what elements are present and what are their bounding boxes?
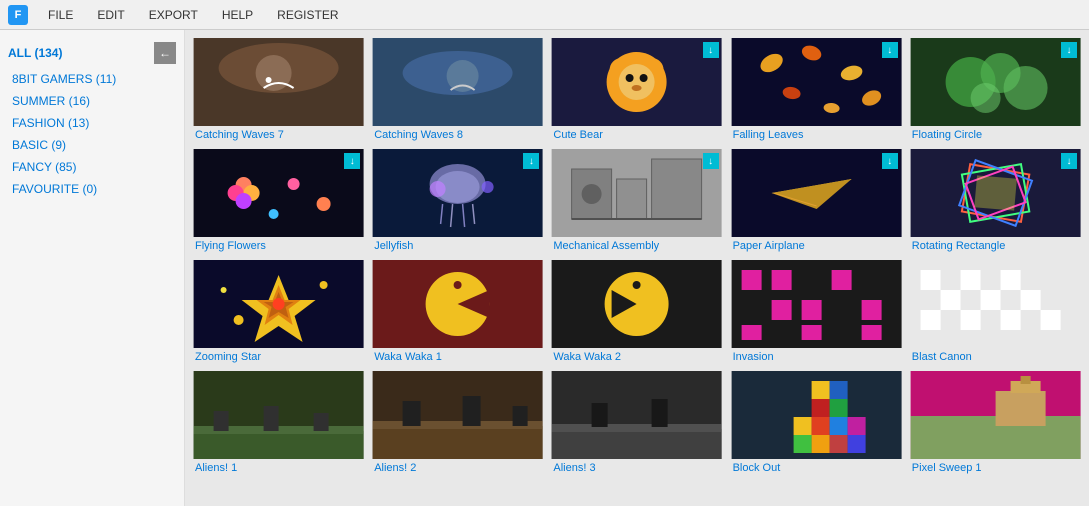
gallery-thumb-paperairplane: ↓ [731, 149, 902, 237]
gallery-item-cutebear[interactable]: ↓ Cute Bear [551, 38, 722, 141]
sidebar-item-all[interactable]: ALL (134) [8, 42, 74, 64]
gallery-item-zoomingstar[interactable]: Zooming Star [193, 260, 364, 363]
gallery-label-pixelsweep: Pixel Sweep 1 [910, 462, 1081, 474]
gallery: Catching Waves 7 Catching Waves 8 ↓ Cute … [185, 30, 1089, 506]
gallery-label-aliens3: Aliens! 3 [551, 462, 722, 474]
gallery-item-paperairplane[interactable]: ↓ Paper Airplane [731, 149, 902, 252]
gallery-item-fallingleaves[interactable]: ↓ Falling Leaves [731, 38, 902, 141]
gallery-label-paperairplane: Paper Airplane [731, 240, 902, 252]
gallery-label-invasion: Invasion [731, 351, 902, 363]
gallery-thumb-pixelsweep [910, 371, 1081, 459]
sidebar-item-2[interactable]: SUMMER (16) [0, 90, 184, 112]
gallery-label-rotatingrect: Rotating Rectangle [910, 240, 1081, 252]
menu-edit[interactable]: EDIT [93, 8, 128, 22]
gallery-label-catching8: Catching Waves 8 [372, 129, 543, 141]
gallery-item-aliens3[interactable]: Aliens! 3 [551, 371, 722, 474]
gallery-thumb-rotatingrect: ↓ [910, 149, 1081, 237]
gallery-thumb-cutebear: ↓ [551, 38, 722, 126]
sidebar-list: 8BIT GAMERS (11)SUMMER (16)FASHION (13)B… [0, 68, 184, 200]
gallery-thumb-invasion [731, 260, 902, 348]
menu-bar: F FILE EDIT EXPORT HELP REGISTER [0, 0, 1089, 30]
download-badge-fallingleaves[interactable]: ↓ [882, 42, 898, 58]
gallery-thumb-wakawaka2 [551, 260, 722, 348]
gallery-item-invasion[interactable]: Invasion [731, 260, 902, 363]
sidebar-item-4[interactable]: BASIC (9) [0, 134, 184, 156]
back-button[interactable]: ← [154, 42, 176, 64]
gallery-item-rotatingrect[interactable]: ↓ Rotating Rectangle [910, 149, 1081, 252]
gallery-label-wakawaka1: Waka Waka 1 [372, 351, 543, 363]
gallery-thumb-blockout [731, 371, 902, 459]
gallery-item-pixelsweep[interactable]: Pixel Sweep 1 [910, 371, 1081, 474]
gallery-thumb-blastcanon [910, 260, 1081, 348]
gallery-thumb-mechanical: ↓ [551, 149, 722, 237]
gallery-thumb-fallingleaves: ↓ [731, 38, 902, 126]
menu-register[interactable]: REGISTER [273, 8, 342, 22]
main-content: ALL (134) ← 8BIT GAMERS (11)SUMMER (16)F… [0, 30, 1089, 506]
gallery-thumb-catching8 [372, 38, 543, 126]
gallery-thumb-aliens1 [193, 371, 364, 459]
gallery-item-blockout[interactable]: Block Out [731, 371, 902, 474]
gallery-thumb-aliens2 [372, 371, 543, 459]
download-badge-cutebear[interactable]: ↓ [703, 42, 719, 58]
gallery-label-blastcanon: Blast Canon [910, 351, 1081, 363]
gallery-item-aliens1[interactable]: Aliens! 1 [193, 371, 364, 474]
app-logo: F [8, 5, 28, 25]
gallery-label-flyingflowers: Flying Flowers [193, 240, 364, 252]
gallery-thumb-aliens3 [551, 371, 722, 459]
gallery-item-jellyfish[interactable]: ↓ Jellyfish [372, 149, 543, 252]
sidebar-item-6[interactable]: FAVOURITE (0) [0, 178, 184, 200]
gallery-label-fallingleaves: Falling Leaves [731, 129, 902, 141]
gallery-thumb-flyingflowers: ↓ [193, 149, 364, 237]
gallery-label-aliens1: Aliens! 1 [193, 462, 364, 474]
gallery-thumb-jellyfish: ↓ [372, 149, 543, 237]
download-badge-floatingcircle[interactable]: ↓ [1061, 42, 1077, 58]
sidebar-item-5[interactable]: FANCY (85) [0, 156, 184, 178]
menu-export[interactable]: EXPORT [145, 8, 202, 22]
gallery-item-floatingcircle[interactable]: ↓ Floating Circle [910, 38, 1081, 141]
gallery-item-wakawaka1[interactable]: Waka Waka 1 [372, 260, 543, 363]
gallery-label-aliens2: Aliens! 2 [372, 462, 543, 474]
gallery-thumb-wakawaka1 [372, 260, 543, 348]
sidebar-item-1[interactable]: 8BIT GAMERS (11) [0, 68, 184, 90]
menu-help[interactable]: HELP [218, 8, 257, 22]
download-badge-mechanical[interactable]: ↓ [703, 153, 719, 169]
download-badge-rotatingrect[interactable]: ↓ [1061, 153, 1077, 169]
gallery-item-wakawaka2[interactable]: Waka Waka 2 [551, 260, 722, 363]
gallery-item-catching7[interactable]: Catching Waves 7 [193, 38, 364, 141]
gallery-label-cutebear: Cute Bear [551, 129, 722, 141]
gallery-label-blockout: Block Out [731, 462, 902, 474]
download-badge-flyingflowers[interactable]: ↓ [344, 153, 360, 169]
gallery-label-catching7: Catching Waves 7 [193, 129, 364, 141]
gallery-thumb-floatingcircle: ↓ [910, 38, 1081, 126]
sidebar-nav: ALL (134) ← [0, 38, 184, 68]
gallery-thumb-catching7 [193, 38, 364, 126]
gallery-label-mechanical: Mechanical Assembly [551, 240, 722, 252]
gallery-item-catching8[interactable]: Catching Waves 8 [372, 38, 543, 141]
menu-file[interactable]: FILE [44, 8, 77, 22]
gallery-label-floatingcircle: Floating Circle [910, 129, 1081, 141]
sidebar: ALL (134) ← 8BIT GAMERS (11)SUMMER (16)F… [0, 30, 185, 506]
gallery-item-mechanical[interactable]: ↓ Mechanical Assembly [551, 149, 722, 252]
gallery-label-zoomingstar: Zooming Star [193, 351, 364, 363]
sidebar-item-3[interactable]: FASHION (13) [0, 112, 184, 134]
download-badge-paperairplane[interactable]: ↓ [882, 153, 898, 169]
download-badge-jellyfish[interactable]: ↓ [523, 153, 539, 169]
gallery-grid: Catching Waves 7 Catching Waves 8 ↓ Cute … [193, 38, 1081, 474]
gallery-item-blastcanon[interactable]: Blast Canon [910, 260, 1081, 363]
gallery-item-aliens2[interactable]: Aliens! 2 [372, 371, 543, 474]
gallery-label-jellyfish: Jellyfish [372, 240, 543, 252]
gallery-item-flyingflowers[interactable]: ↓ Flying Flowers [193, 149, 364, 252]
gallery-label-wakawaka2: Waka Waka 2 [551, 351, 722, 363]
gallery-thumb-zoomingstar [193, 260, 364, 348]
